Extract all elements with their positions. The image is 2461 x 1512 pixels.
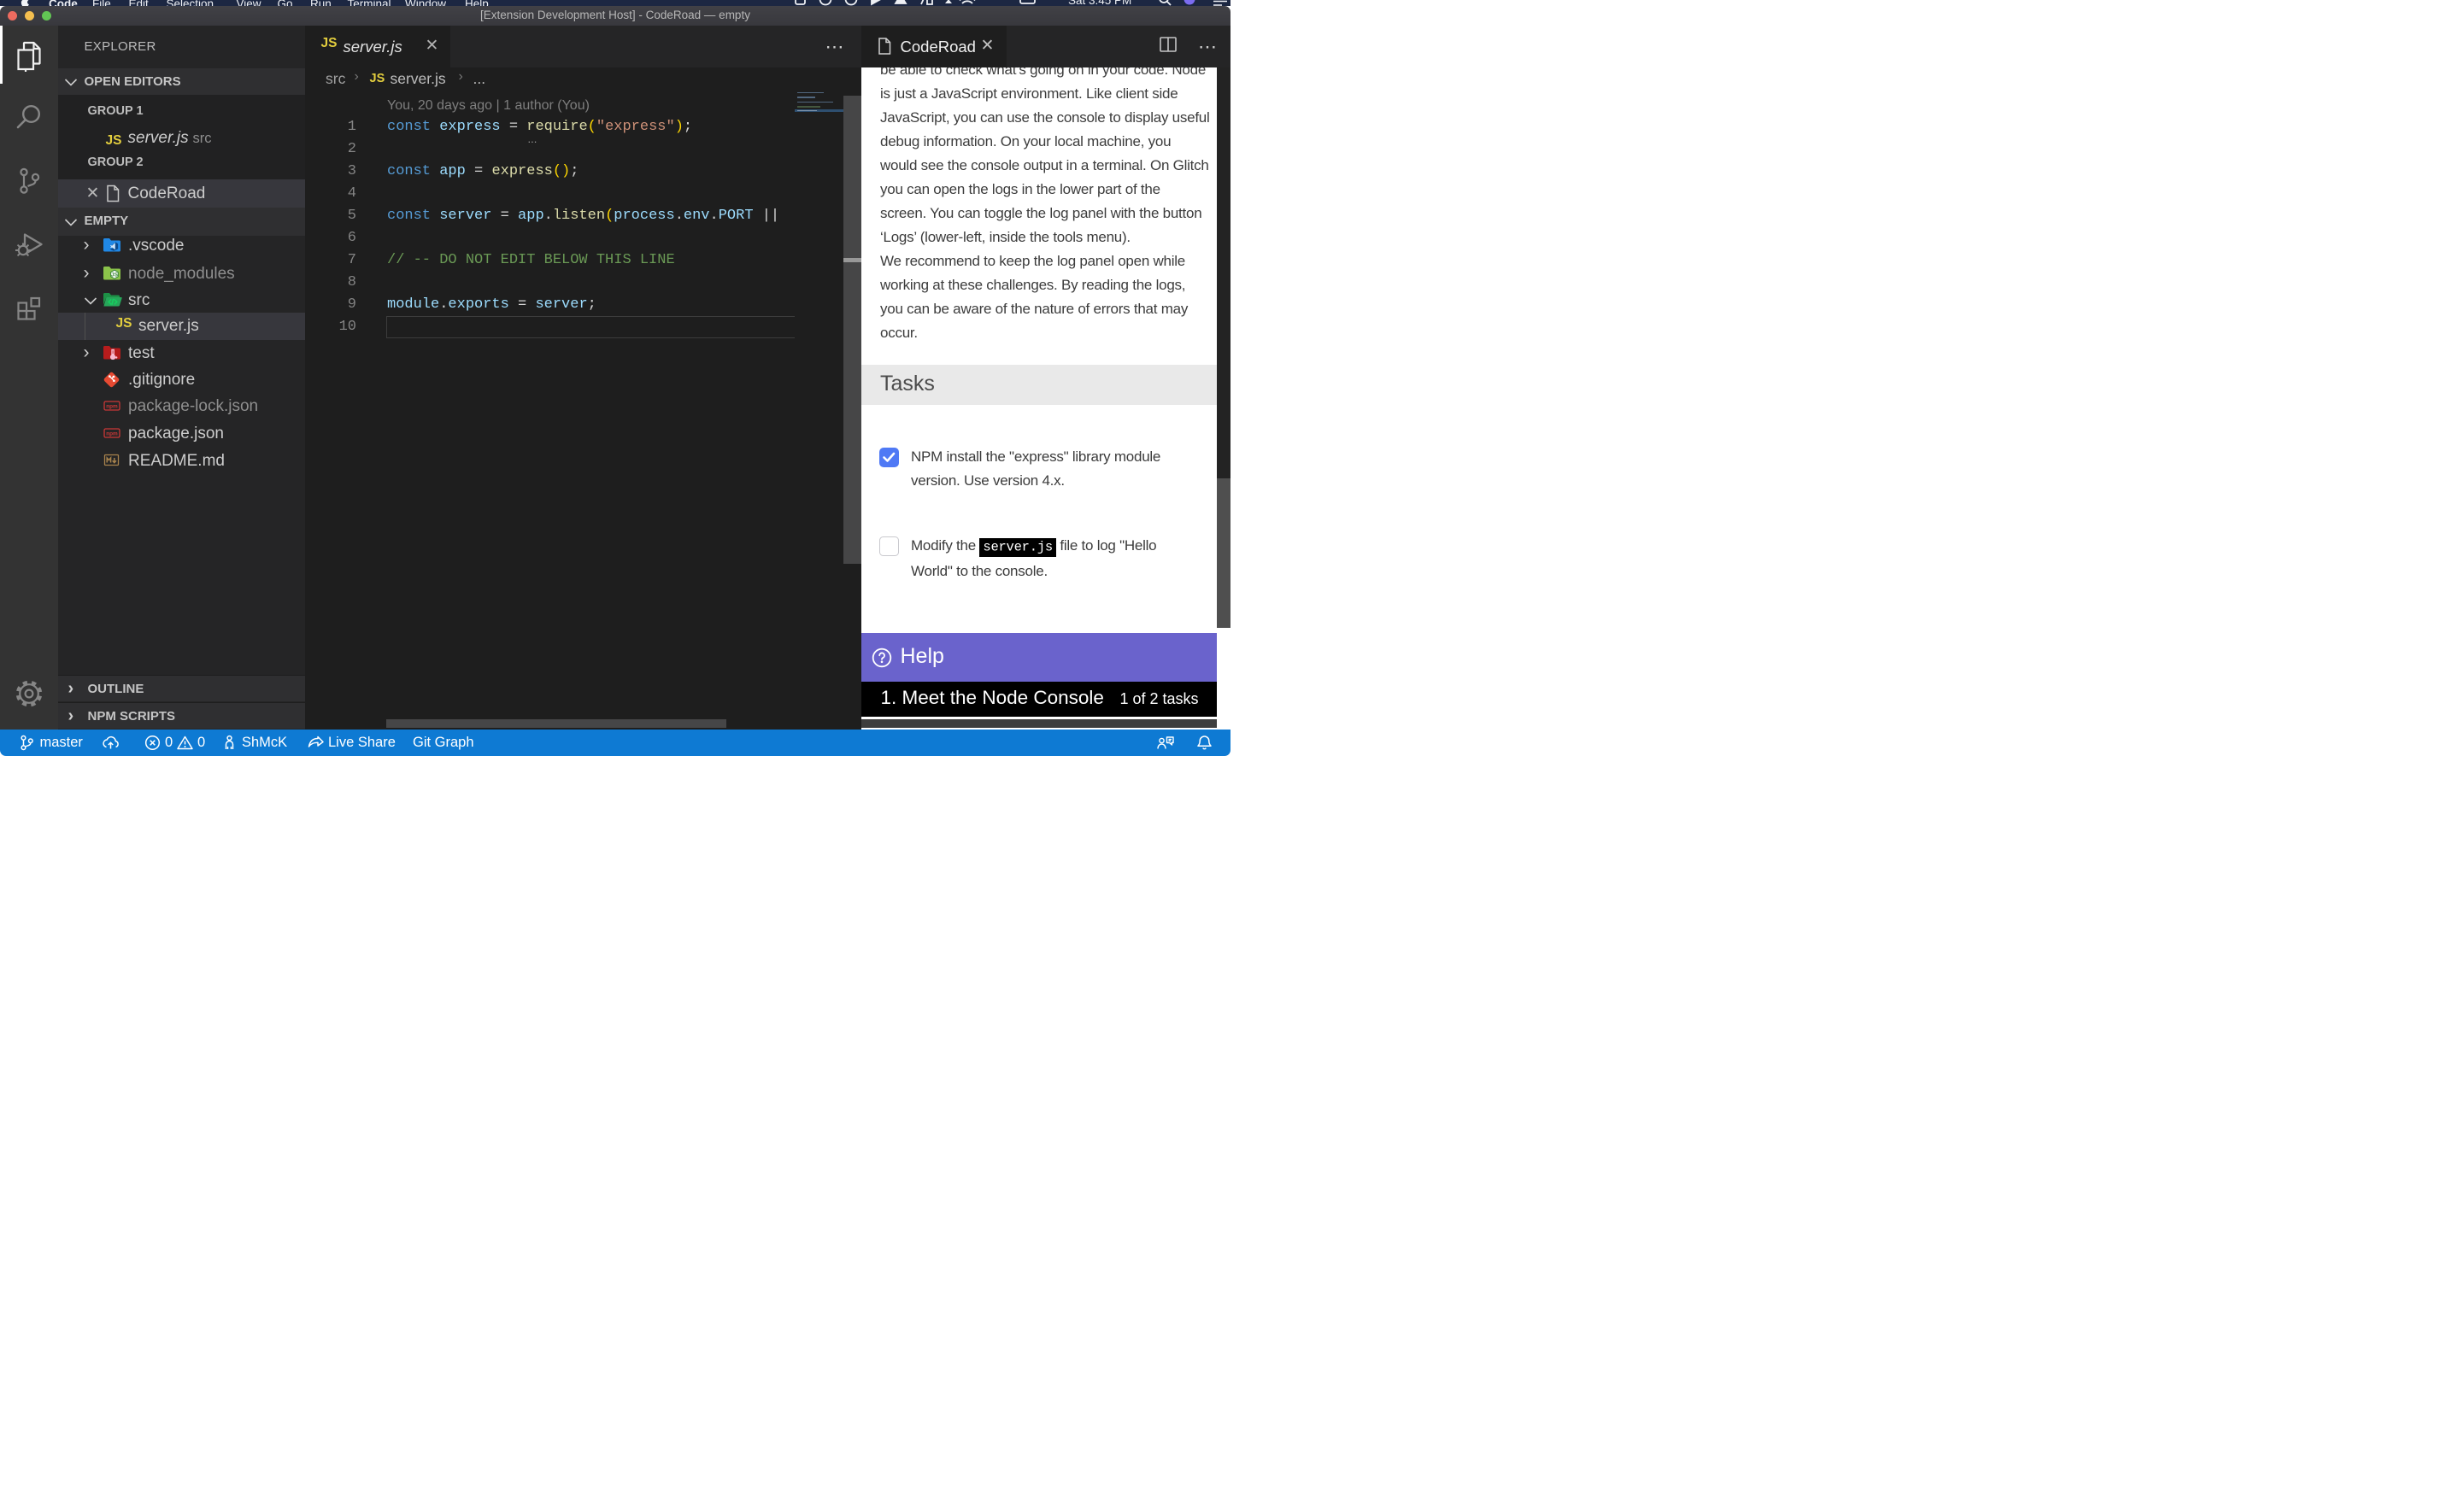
svg-text:JS: JS [111,272,119,278]
svg-text:npm: npm [106,404,118,410]
svg-text:Sat 3:45 PM: Sat 3:45 PM [1068,0,1131,6]
svg-text:npm: npm [106,431,118,437]
